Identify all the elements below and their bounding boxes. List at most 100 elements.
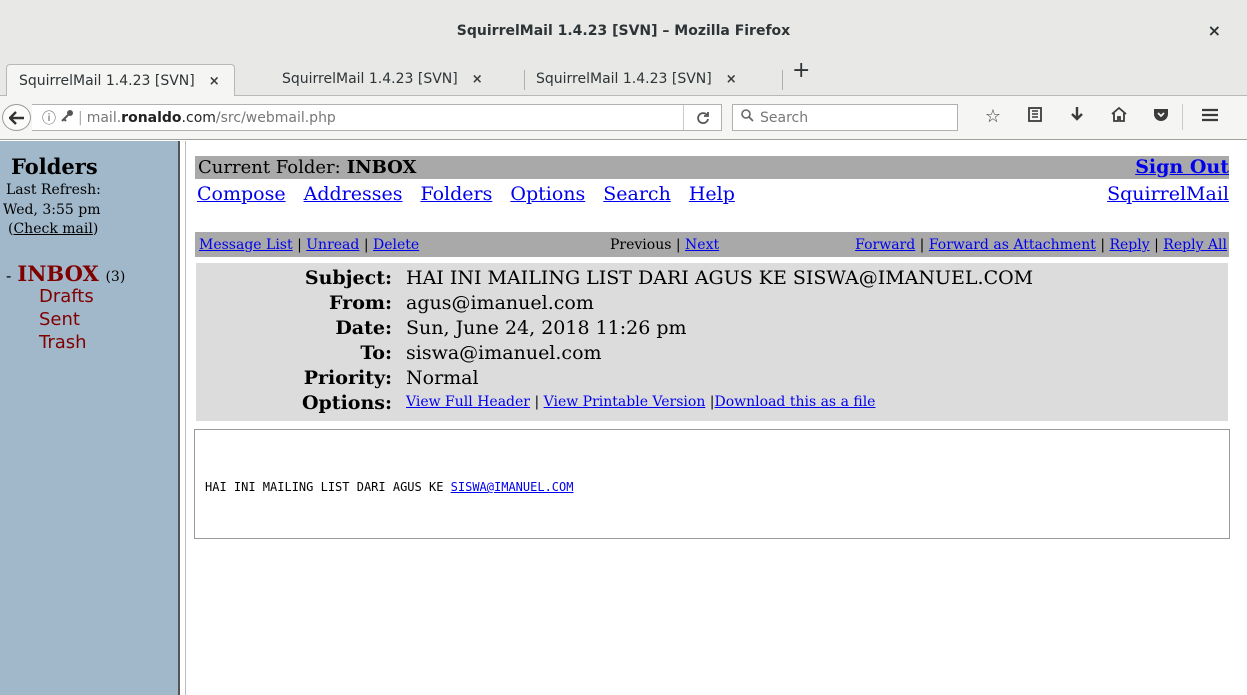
sign-out-link[interactable]: Sign Out bbox=[1135, 156, 1229, 178]
message-list-link[interactable]: Message List bbox=[199, 237, 293, 253]
forward-link[interactable]: Forward bbox=[855, 237, 915, 253]
frame-divider[interactable] bbox=[178, 141, 186, 695]
home-icon[interactable] bbox=[1098, 106, 1140, 130]
folder-drafts[interactable]: Drafts bbox=[39, 286, 94, 307]
inbox-unread-count: (3) bbox=[105, 269, 126, 285]
url-separator: | bbox=[78, 109, 83, 126]
reply-all-link[interactable]: Reply All bbox=[1163, 237, 1227, 253]
toolbar-icons: ☆ bbox=[972, 104, 1231, 130]
options-links: View Full Header | View Printable Versio… bbox=[406, 394, 875, 410]
next-link[interactable]: Next bbox=[685, 237, 719, 253]
search-icon bbox=[741, 109, 754, 126]
reading-list-icon[interactable] bbox=[1014, 106, 1056, 130]
header-subject: Subject: HAI INI MAILING LIST DARI AGUS … bbox=[196, 267, 1230, 292]
folder-inbox[interactable]: - INBOX (3) bbox=[6, 261, 125, 286]
tab-2-close-icon[interactable]: × bbox=[472, 72, 483, 87]
window-titlebar: SquirrelMail 1.4.23 [SVN] – Mozilla Fire… bbox=[0, 0, 1247, 62]
menu-folders[interactable]: Folders bbox=[420, 183, 492, 205]
search-placeholder: Search bbox=[760, 109, 809, 126]
menu-options[interactable]: Options bbox=[510, 183, 585, 205]
main-menu: Compose Addresses Folders Options Search… bbox=[197, 183, 753, 205]
tab-3[interactable]: SquirrelMail 1.4.23 [SVN] × bbox=[526, 62, 747, 96]
reload-icon[interactable] bbox=[683, 105, 721, 130]
message-view: Current Folder: INBOX Sign Out Compose A… bbox=[187, 141, 1247, 695]
header-value: agus@imanuel.com bbox=[406, 292, 594, 314]
menu-addresses[interactable]: Addresses bbox=[304, 183, 403, 205]
url-host-suffix: .com bbox=[181, 109, 216, 126]
tab-2[interactable]: SquirrelMail 1.4.23 [SVN] × bbox=[272, 62, 493, 96]
current-folder-bar: Current Folder: INBOX Sign Out bbox=[195, 156, 1229, 179]
unread-link[interactable]: Unread bbox=[306, 237, 359, 253]
message-nav-mid: Previous | Next bbox=[610, 237, 719, 253]
forward-as-attachment-link[interactable]: Forward as Attachment bbox=[929, 237, 1096, 253]
window-close-icon[interactable]: × bbox=[1208, 21, 1221, 40]
reply-link[interactable]: Reply bbox=[1109, 237, 1149, 253]
header-value: Normal bbox=[406, 367, 479, 389]
tab-3-close-icon[interactable]: × bbox=[726, 72, 737, 87]
url-bar[interactable]: ⓘ | mail.ronaldo.com/src/webmail.php bbox=[32, 104, 722, 131]
folder-trash[interactable]: Trash bbox=[39, 332, 87, 353]
back-arrow-icon[interactable] bbox=[2, 104, 31, 131]
tab-1-close-icon[interactable]: × bbox=[209, 74, 220, 89]
url-host-bold: ronaldo bbox=[121, 109, 182, 126]
current-folder-value: INBOX bbox=[346, 157, 417, 178]
header-key: Date: bbox=[335, 317, 392, 339]
tab-separator bbox=[782, 70, 783, 90]
check-mail-link[interactable]: Check mail bbox=[13, 221, 92, 237]
menu-compose[interactable]: Compose bbox=[197, 183, 286, 205]
menu-help[interactable]: Help bbox=[689, 183, 735, 205]
options-label: Options: bbox=[301, 392, 392, 414]
header-value: Sun, June 24, 2018 11:26 pm bbox=[406, 317, 687, 339]
url-path: /src/webmail.php bbox=[215, 109, 336, 126]
search-box[interactable]: Search bbox=[732, 104, 958, 131]
last-refresh-value: Wed, 3:55 pm bbox=[3, 202, 101, 218]
message-nav-bar: Message List | Unread | Delete Previous … bbox=[195, 232, 1229, 257]
folder-sent[interactable]: Sent bbox=[39, 309, 80, 330]
nav-separator: | bbox=[1100, 237, 1106, 253]
options-separator: | bbox=[534, 394, 540, 410]
menu-icon[interactable] bbox=[1189, 106, 1231, 130]
view-printable-link[interactable]: View Printable Version bbox=[544, 394, 706, 410]
current-folder-label: Current Folder: bbox=[198, 157, 341, 178]
download-file-link[interactable]: Download this as a file bbox=[715, 394, 876, 410]
header-priority: Priority: Normal bbox=[196, 367, 1230, 392]
header-from: From: agus@imanuel.com bbox=[196, 292, 1230, 317]
message-headers: Subject: HAI INI MAILING LIST DARI AGUS … bbox=[195, 262, 1229, 422]
nav-separator: | bbox=[675, 237, 681, 253]
squirrelmail-link[interactable]: SquirrelMail bbox=[1107, 183, 1229, 205]
header-date: Date: Sun, June 24, 2018 11:26 pm bbox=[196, 317, 1230, 342]
header-value: HAI INI MAILING LIST DARI AGUS KE SISWA@… bbox=[406, 267, 1034, 289]
inbox-dash: - bbox=[6, 266, 12, 285]
header-key: From: bbox=[329, 292, 392, 314]
tab-2-label: SquirrelMail 1.4.23 [SVN] bbox=[282, 71, 458, 87]
folders-heading: Folders bbox=[11, 154, 98, 179]
folder-sidebar: Folders Last Refresh: Wed, 3:55 pm (Chec… bbox=[0, 141, 178, 695]
download-icon[interactable] bbox=[1056, 106, 1098, 130]
tab-strip: SquirrelMail 1.4.23 [SVN] × SquirrelMail… bbox=[0, 62, 1247, 97]
tab-1-label: SquirrelMail 1.4.23 [SVN] bbox=[19, 73, 195, 89]
inbox-label[interactable]: INBOX bbox=[17, 261, 98, 286]
nav-separator: | bbox=[919, 237, 925, 253]
url-host-prefix: mail. bbox=[86, 109, 122, 126]
key-icon[interactable] bbox=[60, 109, 74, 127]
header-key: Priority: bbox=[303, 367, 392, 389]
nav-separator: | bbox=[297, 237, 302, 253]
new-tab-icon[interactable]: + bbox=[792, 58, 810, 83]
menu-search[interactable]: Search bbox=[603, 183, 671, 205]
previous-label: Previous bbox=[610, 237, 672, 253]
url-text[interactable]: mail.ronaldo.com/src/webmail.php bbox=[87, 110, 336, 126]
window-title: SquirrelMail 1.4.23 [SVN] – Mozilla Fire… bbox=[456, 23, 791, 39]
navigation-bar: ⓘ | mail.ronaldo.com/src/webmail.php Sea… bbox=[0, 96, 1247, 140]
check-mail-close-paren: ) bbox=[92, 221, 99, 237]
tab-1[interactable]: SquirrelMail 1.4.23 [SVN] × bbox=[6, 64, 235, 97]
message-body-text: HAI INI MAILING LIST DARI AGUS KE SISWA@… bbox=[205, 480, 573, 494]
view-full-header-link[interactable]: View Full Header bbox=[406, 394, 530, 410]
info-icon[interactable]: ⓘ bbox=[42, 108, 56, 128]
delete-link[interactable]: Delete bbox=[373, 237, 419, 253]
last-refresh-label: Last Refresh: bbox=[6, 182, 101, 198]
bookmark-star-icon[interactable]: ☆ bbox=[972, 106, 1014, 130]
header-value: siswa@imanuel.com bbox=[406, 342, 602, 364]
body-email-link[interactable]: SISWA@IMANUEL.COM bbox=[451, 480, 574, 494]
pocket-icon[interactable] bbox=[1140, 106, 1182, 130]
check-mail: (Check mail) bbox=[8, 221, 98, 237]
